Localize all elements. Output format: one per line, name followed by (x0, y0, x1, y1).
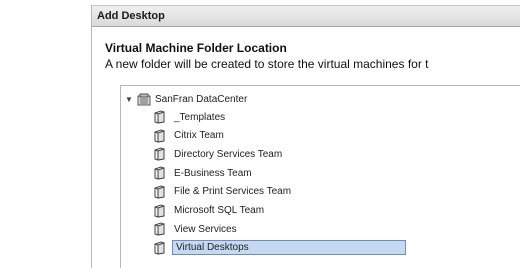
tree-root-datacenter[interactable]: ▼ SanFran DataCenter (125, 91, 247, 107)
folder-icon (154, 166, 165, 180)
page-heading: Virtual Machine Folder Location (105, 41, 287, 55)
folder-icon (154, 110, 165, 124)
folder-icon (154, 241, 165, 255)
folder-icon (154, 203, 165, 218)
dialog-title: Add Desktop (97, 10, 165, 22)
tree-item-folder[interactable]: Citrix Team (153, 128, 226, 144)
page-description: A new folder will be created to store th… (105, 57, 429, 71)
tree-item-folder[interactable]: Microsoft SQL Team (153, 203, 266, 219)
dialog-titlebar: Add Desktop (92, 5, 520, 27)
tree-item-label: Citrix Team (174, 130, 224, 142)
tree-item-folder[interactable]: E-Business Team (153, 165, 254, 181)
tree-item-label: _Templates (174, 111, 226, 123)
folder-tree[interactable]: ▼ SanFran DataCenter _Templates Citrix Te… (120, 85, 520, 268)
tree-item-label: View Services (174, 223, 237, 235)
tree-item-label: Microsoft SQL Team (174, 205, 265, 216)
folder-icon (154, 222, 165, 236)
folder-icon (154, 129, 165, 143)
add-desktop-dialog: Add Desktop Virtual Machine Folder Locat… (91, 5, 520, 268)
tree-root-label: SanFran DataCenter (155, 93, 248, 105)
folder-icon (154, 185, 165, 199)
tree-item-folder[interactable]: View Services (153, 221, 239, 237)
datacenter-icon (137, 93, 151, 105)
tree-item-folder[interactable]: Directory Services Team (153, 146, 284, 162)
tree-item-folder[interactable]: _Templates (153, 109, 227, 125)
tree-item-label: File & Print Services Team (174, 186, 292, 198)
tree-item-folder[interactable]: File & Print Services Team (153, 184, 293, 200)
tree-item-folder[interactable]: Virtual Desktops (153, 240, 406, 256)
tree-item-label: E-Business Team (174, 167, 252, 179)
folder-icon (154, 147, 165, 161)
expand-collapse-icon[interactable]: ▼ (125, 95, 134, 104)
tree-item-label: Directory Services Team (174, 148, 283, 160)
tree-item-label: Virtual Desktops (172, 240, 406, 256)
